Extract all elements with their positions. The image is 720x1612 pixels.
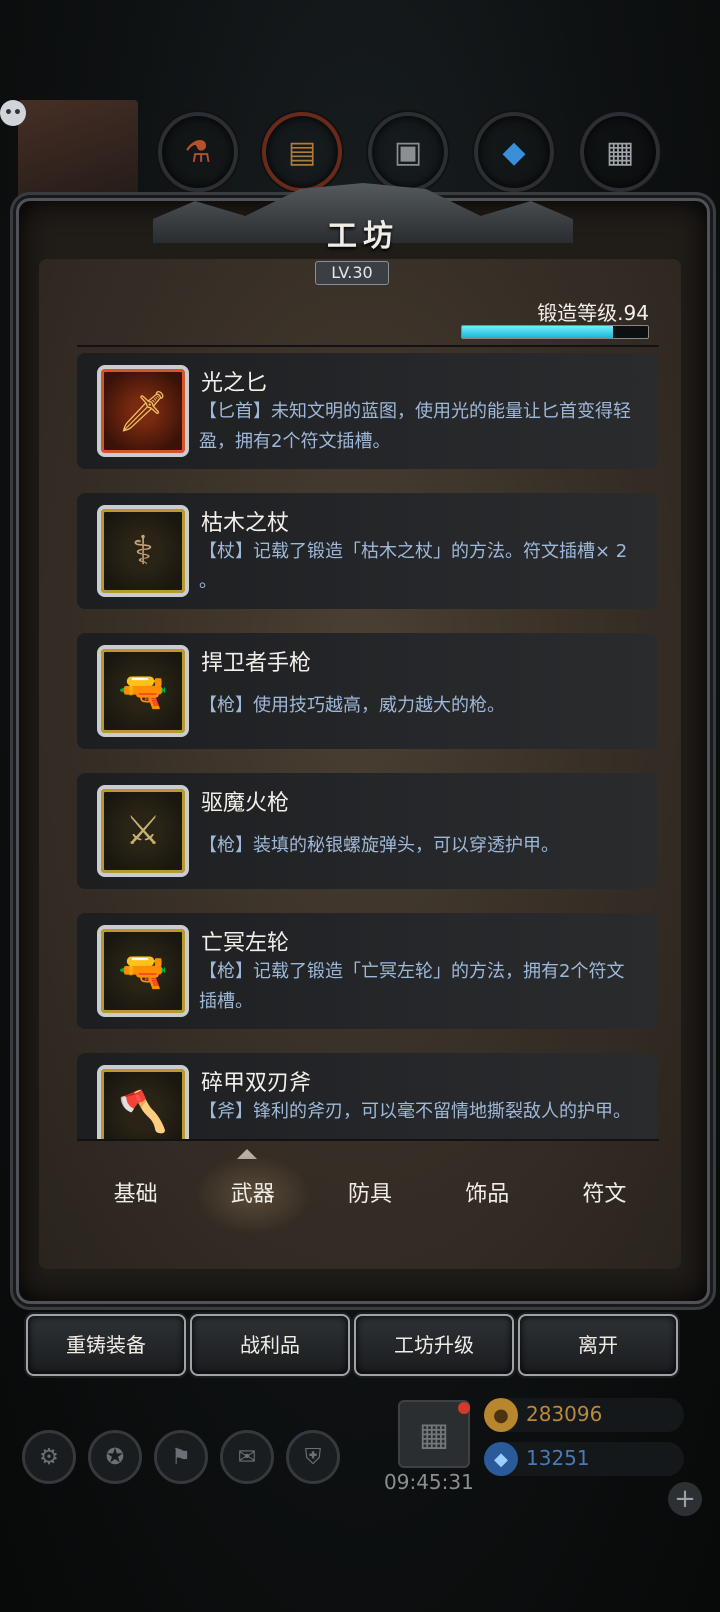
staff-icon: ⚕ bbox=[97, 505, 189, 597]
add-currency-button[interactable]: + bbox=[668, 1482, 702, 1516]
item-list[interactable]: 🗡 光之匕 【匕首】未知文明的蓝图，使用光的能量让匕首变得轻盈，拥有2个符文插槽… bbox=[77, 353, 667, 1139]
iron-icon[interactable]: ▦ bbox=[580, 112, 660, 192]
list-item[interactable]: ⚔ 驱魔火枪 【枪】装填的秘银螺旋弹头，可以穿透护甲。 bbox=[77, 773, 657, 889]
item-name: 驱魔火枪 bbox=[201, 791, 290, 816]
gem-value: 13251 bbox=[526, 1446, 590, 1470]
musket-icon: ⚔ bbox=[97, 785, 189, 877]
forge-progress-fill bbox=[462, 326, 613, 338]
crystal-icon[interactable]: ◆ bbox=[474, 112, 554, 192]
list-item[interactable]: 🔫 亡冥左轮 【枪】记载了锻造「亡冥左轮」的方法，拥有2个符文插槽。 bbox=[77, 913, 657, 1029]
player-portrait[interactable] bbox=[18, 100, 138, 200]
item-description: 【枪】使用技巧越高，威力越大的枪。 bbox=[199, 695, 505, 716]
divider bbox=[77, 345, 659, 347]
tab-weapons[interactable]: 武器 bbox=[194, 1155, 312, 1235]
gold-value: 283096 bbox=[526, 1402, 603, 1426]
workshop-upgrade-button[interactable]: 工坊升级 bbox=[354, 1314, 514, 1376]
axe-icon: 🪓 bbox=[97, 1065, 189, 1139]
item-name: 亡冥左轮 bbox=[201, 931, 290, 956]
star-icon[interactable]: ✪ bbox=[88, 1430, 142, 1484]
tab-accessories[interactable]: 饰品 bbox=[429, 1155, 546, 1235]
settings-gear-icon[interactable]: ⚙ bbox=[22, 1430, 76, 1484]
notification-dot bbox=[458, 1402, 470, 1414]
list-item[interactable]: 🪓 碎甲双刃斧 【斧】锋利的斧刃，可以毫不留情地撕裂敌人的护甲。 bbox=[77, 1053, 657, 1139]
map-icon[interactable]: ⛨ bbox=[286, 1430, 340, 1484]
workshop-panel: 工坊 LV.30 锻造等级.94 🗡 光之匕 【匕首】未知文明的蓝图，使用光的能… bbox=[16, 183, 710, 1304]
divider bbox=[77, 1139, 659, 1141]
potion-icon[interactable]: ⚗ bbox=[158, 112, 238, 192]
leave-button[interactable]: 离开 bbox=[518, 1314, 678, 1376]
list-item[interactable]: ⚕ 枯木之杖 【杖】记载了锻造「枯木之杖」的方法。符文插槽× 2 。 bbox=[77, 493, 657, 609]
gem-icon: ◆ bbox=[484, 1442, 518, 1476]
forge-level-label: 锻造等级.94 bbox=[537, 301, 649, 325]
loot-button[interactable]: 战利品 bbox=[190, 1314, 350, 1376]
item-description: 【匕首】未知文明的蓝图，使用光的能量让匕首变得轻盈，拥有2个符文插槽。 bbox=[199, 401, 631, 452]
item-description: 【枪】记载了锻造「亡冥左轮」的方法，拥有2个符文插槽。 bbox=[199, 961, 625, 1012]
forge-progress-bar bbox=[461, 325, 649, 339]
list-item[interactable]: 🔫 捍卫者手枪 【枪】使用技巧越高，威力越大的枪。 bbox=[77, 633, 657, 749]
revolver-icon: 🔫 bbox=[97, 925, 189, 1017]
item-name: 捍卫者手枪 bbox=[201, 651, 312, 676]
item-name: 枯木之杖 bbox=[201, 511, 290, 536]
item-description: 【枪】装填的秘银螺旋弹头，可以穿透护甲。 bbox=[199, 835, 559, 856]
page-title: 工坊 bbox=[327, 219, 399, 254]
item-description: 【斧】锋利的斧刃，可以毫不留情地撕裂敌人的护甲。 bbox=[199, 1101, 631, 1122]
tab-basic[interactable]: 基础 bbox=[77, 1155, 194, 1235]
gold-counter: ● 283096 bbox=[484, 1398, 684, 1432]
ore-icon[interactable]: ▣ bbox=[368, 112, 448, 192]
clock: 09:45:31 bbox=[384, 1470, 474, 1494]
pistol-icon: 🔫 bbox=[97, 645, 189, 737]
item-description: 【杖】记载了锻造「枯木之杖」的方法。符文插槽× 2 。 bbox=[199, 541, 628, 592]
chat-icon[interactable]: •• bbox=[0, 100, 26, 126]
list-item[interactable]: 🗡 光之匕 【匕首】未知文明的蓝图，使用光的能量让匕首变得轻盈，拥有2个符文插槽… bbox=[77, 353, 657, 469]
gem-counter: ◆ 13251 bbox=[484, 1442, 684, 1476]
item-name: 碎甲双刃斧 bbox=[201, 1071, 312, 1096]
mail-icon[interactable]: ✉ bbox=[220, 1430, 274, 1484]
category-tabs: 基础 武器 防具 饰品 符文 bbox=[77, 1155, 663, 1235]
wood-icon[interactable]: ▤ bbox=[262, 112, 342, 192]
dagger-icon: 🗡 bbox=[97, 365, 189, 457]
tab-runes[interactable]: 符文 bbox=[546, 1155, 663, 1235]
reforge-equipment-button[interactable]: 重铸装备 bbox=[26, 1314, 186, 1376]
guild-icon[interactable]: ⚑ bbox=[154, 1430, 208, 1484]
gold-coin-icon: ● bbox=[484, 1398, 518, 1432]
tab-armor[interactable]: 防具 bbox=[311, 1155, 428, 1235]
workshop-level-badge: LV.30 bbox=[315, 261, 389, 285]
item-name: 光之匕 bbox=[201, 371, 268, 396]
